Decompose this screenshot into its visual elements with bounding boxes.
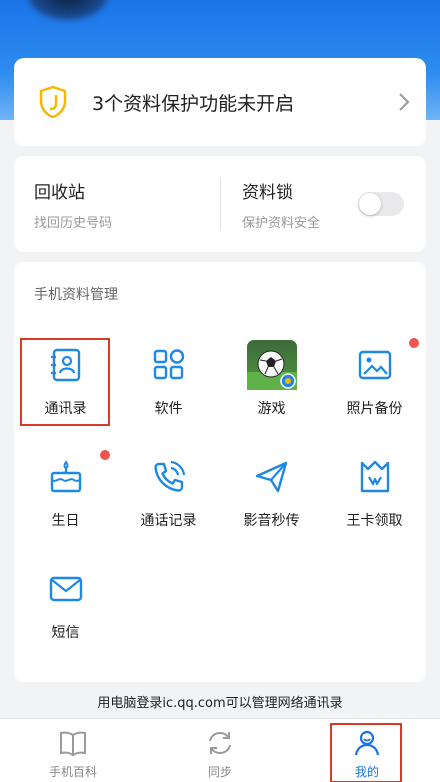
apps-icon xyxy=(153,349,185,380)
data-lock-toggle[interactable] xyxy=(358,192,404,216)
grid-item-sms[interactable]: 短信 xyxy=(14,550,117,650)
notification-badge xyxy=(409,338,419,348)
grid-item-call-log[interactable]: 通话记录 xyxy=(117,438,220,538)
grid-item-label: 王卡领取 xyxy=(346,513,403,529)
photo-backup-icon xyxy=(358,350,392,380)
recycle-bin-title: 回收站 xyxy=(34,183,85,203)
tab-phone-wiki[interactable]: 手机百科 xyxy=(0,719,146,782)
data-lock-section: 资料锁 保护资料安全 xyxy=(220,156,426,252)
grid-item-photo-backup[interactable]: 照片备份 xyxy=(323,326,426,426)
grid-item-label: 影音秒传 xyxy=(243,513,300,529)
data-lock-title: 资料锁 xyxy=(242,183,293,203)
recycle-bin-button[interactable]: 回收站 找回历史号码 xyxy=(14,156,220,252)
notification-badge xyxy=(100,450,110,460)
sms-icon xyxy=(49,576,83,602)
game-icon xyxy=(247,340,297,390)
grid-item-king-card[interactable]: 王卡领取 xyxy=(323,438,426,538)
sync-icon xyxy=(209,731,231,755)
recycle-bin-subtitle: 找回历史号码 xyxy=(34,216,113,231)
shield-icon xyxy=(39,85,67,119)
grid-item-label: 生日 xyxy=(51,513,80,529)
grid-item-label: 游戏 xyxy=(257,401,286,417)
grid-item-label: 通话记录 xyxy=(140,513,197,529)
tab-label: 同步 xyxy=(207,765,232,779)
grid-item-label: 短信 xyxy=(51,625,80,641)
grid-item-label: 软件 xyxy=(154,401,183,417)
grid-item-apps[interactable]: 软件 xyxy=(117,326,220,426)
book-icon xyxy=(60,731,86,757)
highlight-box xyxy=(20,338,110,426)
king-card-icon xyxy=(360,460,390,493)
birthday-cake-icon xyxy=(50,460,82,493)
grid-item-label: 照片备份 xyxy=(346,401,403,417)
avatar[interactable] xyxy=(28,0,108,20)
tab-sync[interactable]: 同步 xyxy=(147,719,293,782)
tab-label: 手机百科 xyxy=(48,765,97,779)
grid-item-media-transfer[interactable]: 影音秒传 xyxy=(220,438,323,538)
protection-banner-text: 3个资料保护功能未开启 xyxy=(92,93,295,115)
call-log-icon xyxy=(154,460,186,492)
data-lock-subtitle: 保护资料安全 xyxy=(242,216,321,231)
quick-functions-card: 回收站 找回历史号码 资料锁 保护资料安全 xyxy=(14,156,426,252)
section-title: 手机资料管理 xyxy=(34,287,118,303)
data-management-card: 手机资料管理 通讯录 软件 游戏 照片备份 生日 通话记录 影音秒传 王卡领取 … xyxy=(14,262,426,682)
grid-item-birthday[interactable]: 生日 xyxy=(14,438,117,538)
highlight-box xyxy=(330,723,402,782)
bottom-tab-bar: 手机百科 同步 我的 xyxy=(0,718,440,782)
footer-note: 用电脑登录ic.qq.com可以管理网络通讯录 xyxy=(97,696,343,711)
grid-item-games[interactable]: 游戏 xyxy=(220,326,323,426)
chevron-right-icon xyxy=(399,93,410,111)
toggle-knob xyxy=(359,193,381,215)
paper-plane-icon xyxy=(255,461,288,493)
protection-banner[interactable]: 3个资料保护功能未开启 xyxy=(14,58,426,146)
